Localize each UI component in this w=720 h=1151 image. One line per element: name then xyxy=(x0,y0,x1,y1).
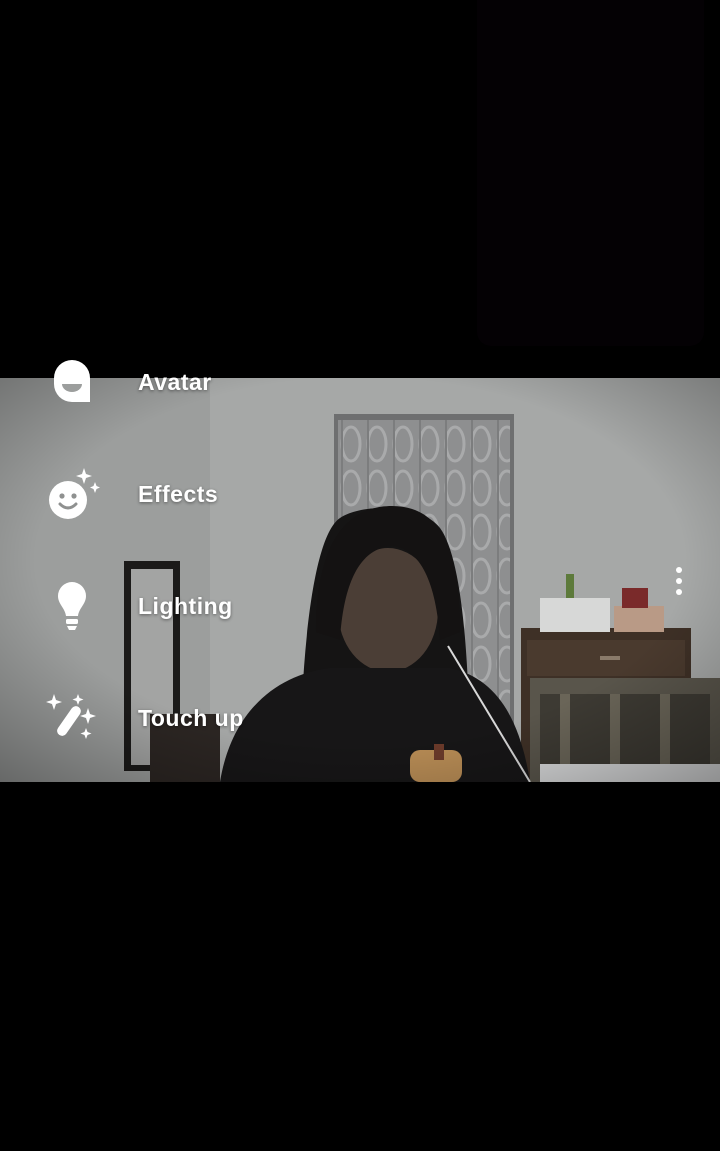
menu-item-touch-up[interactable]: Touch up xyxy=(0,688,290,748)
menu-item-avatar[interactable]: Avatar xyxy=(0,352,290,412)
sparkle-smiley-icon xyxy=(44,466,100,522)
lightbulb-icon xyxy=(44,578,100,634)
menu-label-avatar: Avatar xyxy=(138,368,212,395)
dot xyxy=(676,578,682,584)
menu-label-touch-up: Touch up xyxy=(138,704,244,731)
menu-item-lighting[interactable]: Lighting xyxy=(0,576,290,636)
avatar-icon xyxy=(44,354,100,410)
self-view-tile[interactable] xyxy=(477,0,704,346)
menu-label-lighting: Lighting xyxy=(138,592,233,619)
menu-label-effects: Effects xyxy=(138,480,219,507)
magic-wand-icon xyxy=(44,690,100,746)
dot xyxy=(676,589,682,595)
more-vert-icon[interactable] xyxy=(662,560,696,602)
menu-item-effects[interactable]: Effects xyxy=(0,464,290,524)
dot xyxy=(676,567,682,573)
effects-menu: Avatar Effects Lighting Touch up xyxy=(0,360,300,782)
